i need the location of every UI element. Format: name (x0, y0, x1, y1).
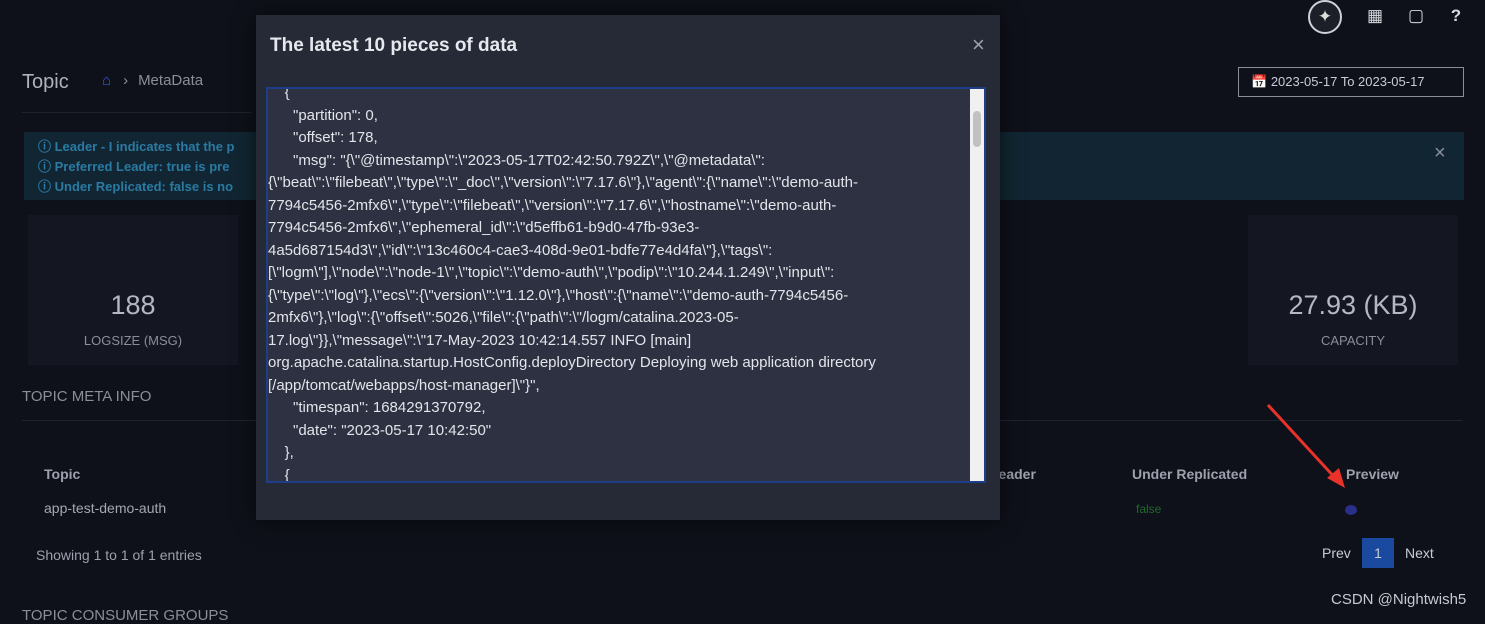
calendar-icon: 📅 (1251, 74, 1268, 89)
grid-icon[interactable]: ▦ (1363, 4, 1387, 28)
column-header-topic[interactable]: Topic (44, 466, 80, 482)
avatar[interactable]: ✦ (1308, 0, 1342, 34)
cell-under-replicated: false (1136, 502, 1162, 516)
prev-page-button[interactable]: Prev (1322, 538, 1351, 568)
date-range-value: 2023-05-17 To 2023-05-17 (1270, 74, 1425, 89)
scrollbar[interactable] (970, 89, 984, 481)
close-modal-button[interactable]: × (972, 32, 985, 58)
data-content: { "partition": 0, "offset": 178, "msg": … (268, 87, 876, 483)
breadcrumb-item: MetaData (138, 72, 204, 89)
stat-label: CAPACITY (1320, 333, 1386, 348)
data-textarea[interactable]: { "partition": 0, "offset": 178, "msg": … (266, 87, 986, 483)
scrollbar-thumb[interactable] (973, 111, 981, 147)
help-icon[interactable]: ? (1444, 4, 1468, 28)
close-alert-button[interactable]: × (1434, 142, 1446, 165)
stat-logsize: 188 LOGSIZE (MSG) (28, 215, 238, 365)
page-title: Topic (22, 71, 69, 93)
page-1-button[interactable]: 1 (1362, 538, 1394, 568)
breadcrumb: ⌂ › MetaData (102, 72, 203, 89)
column-header-under-replicated[interactable]: Under Replicated (1132, 466, 1247, 482)
home-icon[interactable]: ⌂ (102, 72, 111, 89)
section-title: TOPIC CONSUMER GROUPS (22, 607, 229, 624)
cube-icon[interactable]: ▢ (1404, 4, 1428, 28)
date-range-picker[interactable]: 📅 2023-05-17 To 2023-05-17 (1238, 67, 1464, 97)
section-title: TOPIC META INFO (22, 388, 152, 405)
stat-value: 27.93 (KB) (1288, 290, 1418, 320)
watermark: CSDN @Nightwish5 (1331, 591, 1467, 608)
modal-title: The latest 10 pieces of data (270, 35, 518, 56)
stat-label: LOGSIZE (MSG) (83, 333, 183, 348)
stat-capacity: 27.93 (KB) CAPACITY (1248, 215, 1458, 365)
divider (22, 112, 252, 113)
latest-data-modal: The latest 10 pieces of data × { "partit… (256, 15, 1000, 520)
chevron-right-icon: › (123, 72, 129, 89)
annotation-arrow (1266, 403, 1345, 488)
next-page-button[interactable]: Next (1405, 538, 1434, 568)
stat-value: 188 (110, 290, 156, 320)
table-info: Showing 1 to 1 of 1 entries (36, 547, 202, 563)
preview-icon[interactable] (1345, 505, 1357, 515)
cell-topic: app-test-demo-auth (44, 500, 167, 516)
